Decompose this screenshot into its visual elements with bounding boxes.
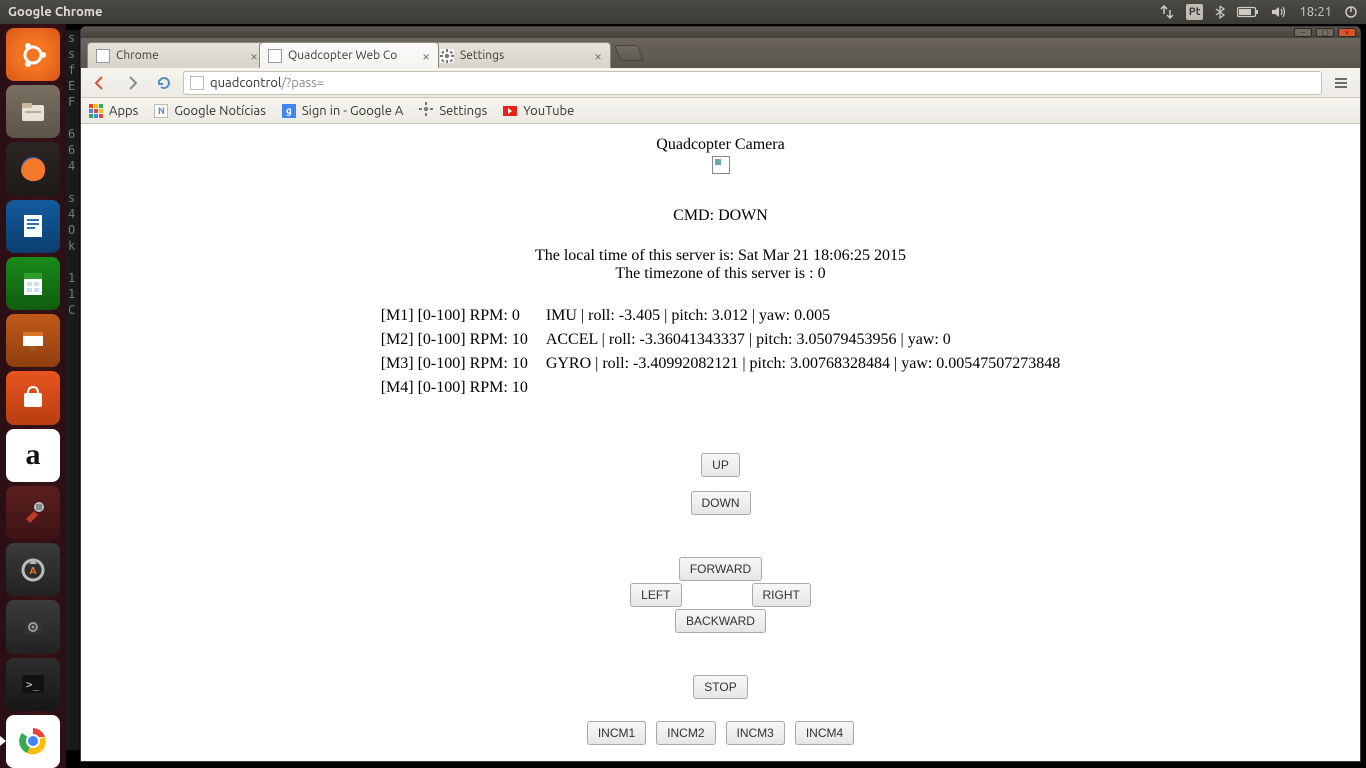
tab-quadcopter[interactable]: Quadcopter Web Co × xyxy=(259,42,439,68)
launcher-system-settings[interactable] xyxy=(6,486,60,539)
page-title: Quadcopter Camera xyxy=(81,136,1360,154)
svg-text:>_: >_ xyxy=(26,678,40,691)
tab-label: Settings xyxy=(460,49,588,62)
menubar: Google Chrome Pt 18:21 xyxy=(0,0,1366,24)
bookmarks-bar: Apps N Google Notícias g Sign in - Googl… xyxy=(81,98,1360,124)
launcher-amazon[interactable]: a xyxy=(6,429,60,482)
motor-m2: [M2] [0-100] RPM: 10 xyxy=(381,331,528,349)
url-host: quadcontrol xyxy=(210,76,281,90)
google-icon: g xyxy=(282,104,296,118)
back-button[interactable] xyxy=(87,71,113,95)
controls: UP DOWN FORWARD LEFT RIGHT BACKWARD STOP… xyxy=(81,453,1360,761)
page-content: Quadcopter Camera CMD: DOWN The local ti… xyxy=(81,124,1360,761)
right-button[interactable]: RIGHT xyxy=(752,583,811,607)
address-bar[interactable]: quadcontrol/?pass= xyxy=(183,71,1322,95)
apps-icon xyxy=(89,104,103,118)
launcher-files[interactable] xyxy=(6,85,60,138)
chrome-menu-button[interactable] xyxy=(1328,71,1354,95)
launcher-firefox[interactable] xyxy=(6,142,60,195)
gear-icon xyxy=(440,49,454,63)
incm3-button[interactable]: INCM3 xyxy=(726,721,785,745)
window-close-button[interactable]: × xyxy=(1338,28,1356,37)
tab-close-icon[interactable]: × xyxy=(594,49,602,63)
window-minimize-button[interactable]: – xyxy=(1294,28,1312,37)
bookmark-label: Google Notícias xyxy=(174,104,266,118)
launcher-calc[interactable] xyxy=(6,257,60,310)
gear-icon xyxy=(419,102,433,119)
active-app-title: Google Chrome xyxy=(8,5,103,19)
backward-button[interactable]: BACKWARD xyxy=(675,609,766,633)
running-pip-icon xyxy=(0,736,6,746)
incm2-button[interactable]: INCM2 xyxy=(656,721,715,745)
new-tab-button[interactable] xyxy=(614,45,644,61)
network-icon[interactable] xyxy=(1160,4,1174,20)
launcher-writer[interactable] xyxy=(6,200,60,253)
motor-m3: [M3] [0-100] RPM: 10 xyxy=(381,355,528,373)
tab-chrome[interactable]: Chrome × xyxy=(87,42,267,68)
page-icon xyxy=(96,49,110,63)
cmd-value: DOWN xyxy=(718,207,768,224)
motor-m4: [M4] [0-100] RPM: 10 xyxy=(381,379,528,397)
tab-label: Quadcopter Web Co xyxy=(288,49,416,62)
bookmark-youtube[interactable]: YouTube xyxy=(503,104,574,118)
launcher-terminal[interactable]: >_ xyxy=(6,658,60,711)
incm1-button[interactable]: INCM1 xyxy=(587,721,646,745)
keyboard-indicator[interactable]: Pt xyxy=(1186,4,1204,20)
cmd-line: CMD: DOWN xyxy=(81,207,1360,225)
broken-image-icon xyxy=(712,156,730,174)
news-icon: N xyxy=(154,104,168,118)
youtube-icon xyxy=(503,106,517,116)
motor-m1: [M1] [0-100] RPM: 0 xyxy=(381,307,528,325)
bookmark-label: Settings xyxy=(439,104,487,118)
bookmark-label: Apps xyxy=(109,104,138,118)
bookmark-label: YouTube xyxy=(523,104,574,118)
reload-button[interactable] xyxy=(151,71,177,95)
chrome-window: – ▢ × Chrome × Quadcopter Web Co × Setti… xyxy=(80,26,1361,762)
left-button[interactable]: LEFT xyxy=(630,583,681,607)
tabstrip: Chrome × Quadcopter Web Co × Settings × xyxy=(81,38,1360,68)
page-icon xyxy=(190,76,204,90)
bookmark-google-news[interactable]: N Google Notícias xyxy=(154,104,266,118)
up-button[interactable]: UP xyxy=(701,453,740,477)
forward-button[interactable] xyxy=(119,71,145,95)
server-timezone: The timezone of this server is : 0 xyxy=(81,265,1360,283)
toolbar: quadcontrol/?pass= xyxy=(81,68,1360,98)
power-icon[interactable] xyxy=(1344,4,1358,20)
window-maximize-button[interactable]: ▢ xyxy=(1316,28,1334,37)
bookmark-label: Sign in - Google A xyxy=(302,104,403,118)
battery-icon[interactable] xyxy=(1237,4,1259,20)
stop-button[interactable]: STOP xyxy=(693,675,747,699)
sensor-gyro: GYRO | roll: -3.40992082121 | pitch: 3.0… xyxy=(546,355,1060,373)
window-titlebar: – ▢ × xyxy=(81,27,1360,38)
tab-settings[interactable]: Settings × xyxy=(431,42,611,68)
incm4-button[interactable]: INCM4 xyxy=(795,721,854,745)
volume-icon[interactable] xyxy=(1271,4,1287,20)
sensor-imu: IMU | roll: -3.405 | pitch: 3.012 | yaw:… xyxy=(546,307,1060,325)
launcher-software-updater[interactable]: A xyxy=(6,543,60,596)
launcher-backup[interactable] xyxy=(6,600,60,653)
launcher-dash[interactable] xyxy=(6,28,60,81)
bookmark-apps[interactable]: Apps xyxy=(89,104,138,118)
url-path: /?pass= xyxy=(281,76,324,90)
down-button[interactable]: DOWN xyxy=(691,491,751,515)
svg-text:A: A xyxy=(29,565,36,576)
bluetooth-icon[interactable] xyxy=(1215,4,1225,20)
page-icon xyxy=(268,49,282,63)
tab-close-icon[interactable]: × xyxy=(422,49,430,63)
bookmark-settings[interactable]: Settings xyxy=(419,102,487,119)
clock[interactable]: 18:21 xyxy=(1299,4,1332,20)
forward-button[interactable]: FORWARD xyxy=(679,557,762,581)
launcher-software-center[interactable] xyxy=(6,371,60,424)
tab-close-icon[interactable]: × xyxy=(250,49,258,63)
tab-label: Chrome xyxy=(116,49,244,62)
cmd-label: CMD: xyxy=(673,207,718,224)
sensor-accel: ACCEL | roll: -3.36041343337 | pitch: 3.… xyxy=(546,331,1060,349)
telemetry-grid: [M1] [0-100] RPM: 0 IMU | roll: -3.405 |… xyxy=(381,307,1061,397)
bookmark-google-signin[interactable]: g Sign in - Google A xyxy=(282,104,403,118)
unity-launcher: a A >_ xyxy=(0,24,66,768)
launcher-impress[interactable] xyxy=(6,314,60,367)
server-time: The local time of this server is: Sat Ma… xyxy=(81,247,1360,265)
launcher-chrome[interactable] xyxy=(6,715,60,768)
